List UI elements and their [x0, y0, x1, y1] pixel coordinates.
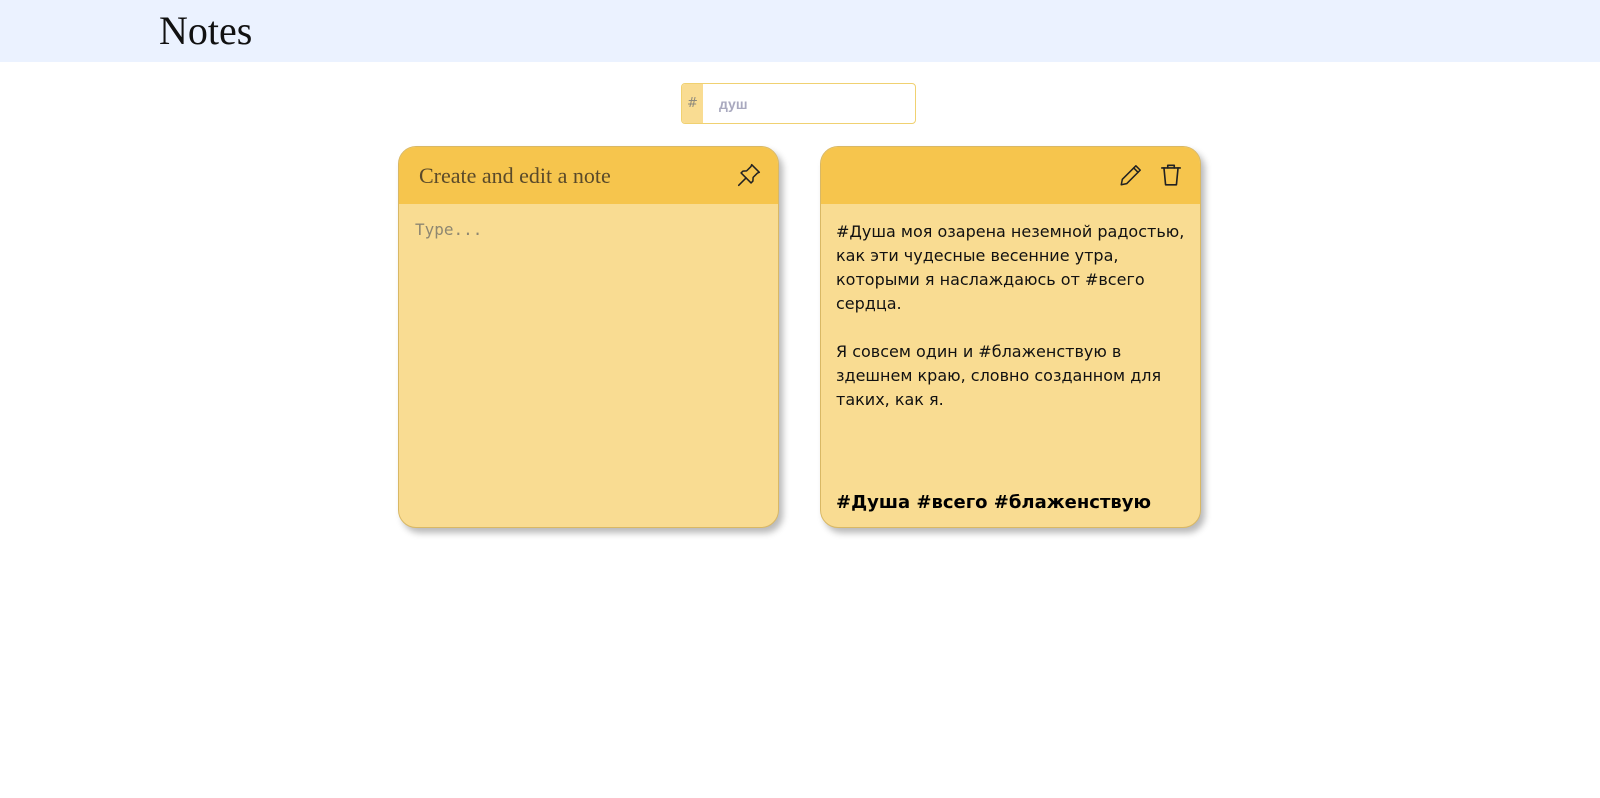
note-text: #Душа моя озарена неземной радостью, как… [821, 204, 1200, 412]
note-editor-header: Create and edit a note [399, 147, 778, 204]
trash-icon[interactable] [1158, 162, 1184, 188]
hash-prefix: # [682, 84, 703, 123]
search-box[interactable]: # [681, 83, 916, 124]
note-card-header [821, 147, 1200, 204]
note-tags: #Душа #всего #блаженствую [836, 492, 1152, 513]
pencil-icon[interactable] [1118, 162, 1144, 188]
note-paragraph: Я совсем один и #блаженствую в здешнем к… [836, 342, 1162, 409]
note-card: #Душа моя озарена неземной радостью, как… [820, 146, 1201, 528]
note-text-input[interactable] [399, 204, 778, 527]
note-paragraph: #Душа моя озарена неземной радостью, как… [836, 222, 1185, 313]
top-bar: Notes [0, 0, 1600, 62]
search-input[interactable] [703, 84, 915, 123]
pin-icon[interactable] [736, 162, 762, 188]
editor-title: Create and edit a note [419, 163, 611, 188]
app-title: Notes [159, 8, 253, 53]
note-editor-card: Create and edit a note [398, 146, 779, 528]
